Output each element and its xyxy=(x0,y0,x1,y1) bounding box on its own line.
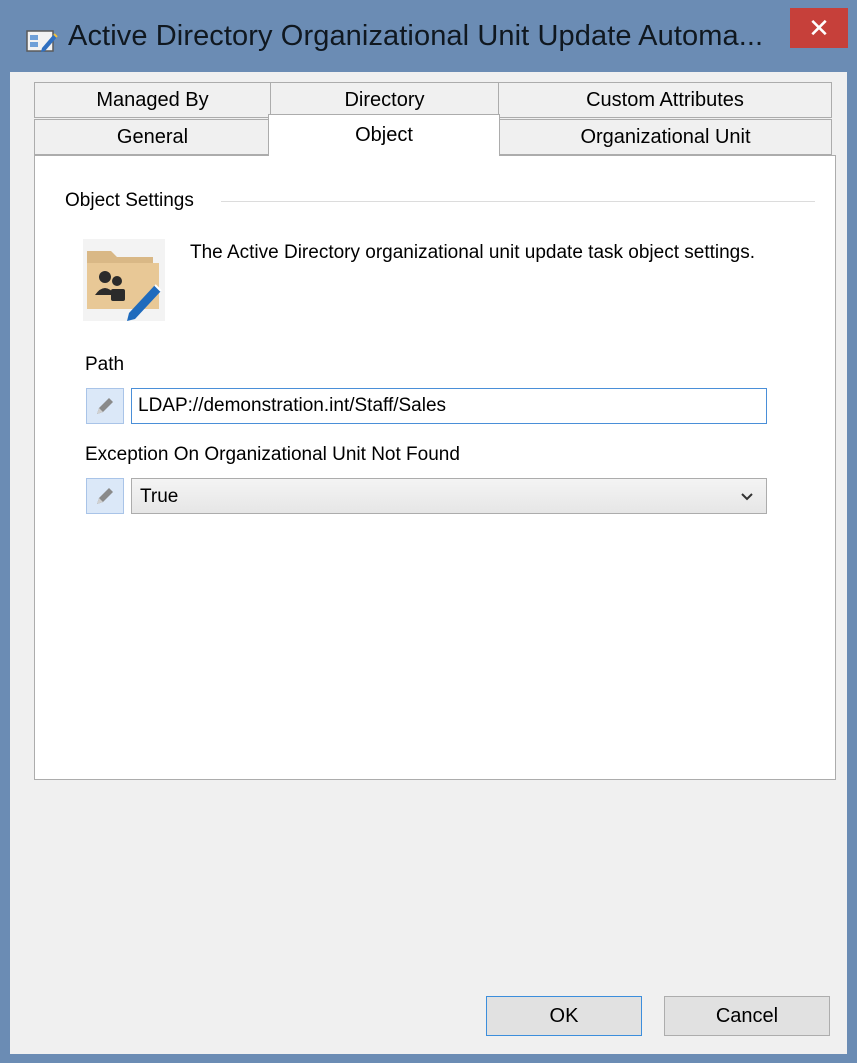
tab-label: Custom Attributes xyxy=(586,88,744,111)
path-label: Path xyxy=(85,354,125,375)
close-button[interactable]: ✕ xyxy=(790,8,848,48)
tab-organizational-unit[interactable]: Organizational Unit xyxy=(499,119,832,155)
title-bar[interactable]: Active Directory Organizational Unit Upd… xyxy=(0,0,857,72)
exception-label: Exception On Organizational Unit Not Fou… xyxy=(85,444,460,465)
chevron-down-icon xyxy=(741,493,753,501)
tab-label: Object xyxy=(355,124,413,146)
close-icon: ✕ xyxy=(808,13,830,43)
dialog-window: Active Directory Organizational Unit Upd… xyxy=(0,0,857,1063)
tab-general[interactable]: General xyxy=(34,119,271,155)
edit-window-icon xyxy=(26,30,58,52)
exception-select-value: True xyxy=(140,486,179,507)
window-title: Active Directory Organizational Unit Upd… xyxy=(68,20,764,52)
cancel-button[interactable]: Cancel xyxy=(664,996,830,1036)
path-edit-button[interactable] xyxy=(86,388,124,424)
tab-managed-by[interactable]: Managed By xyxy=(34,82,271,118)
pencil-icon xyxy=(97,398,113,414)
group-divider xyxy=(221,201,815,202)
dialog-client-area: Managed By Directory Custom Attributes G… xyxy=(10,72,847,1054)
tab-label: Managed By xyxy=(96,88,209,111)
group-label-object-settings: Object Settings xyxy=(65,190,202,212)
object-tab-panel: Object Settings The Active Directory org… xyxy=(34,155,836,780)
exception-select[interactable]: True xyxy=(131,478,767,514)
exception-edit-button[interactable] xyxy=(86,478,124,514)
tab-label: General xyxy=(116,125,189,148)
tab-label: Directory xyxy=(344,88,425,111)
tab-custom-attributes[interactable]: Custom Attributes xyxy=(498,82,832,118)
object-settings-description: The Active Directory organizational unit… xyxy=(190,242,756,263)
folder-user-edit-icon xyxy=(83,239,165,321)
tab-label: Organizational Unit xyxy=(580,125,751,148)
pencil-icon xyxy=(97,488,113,504)
path-input[interactable] xyxy=(131,388,767,424)
tab-directory[interactable]: Directory xyxy=(270,82,499,118)
ok-button[interactable]: OK xyxy=(486,996,642,1036)
tab-object[interactable]: Object xyxy=(268,114,500,156)
